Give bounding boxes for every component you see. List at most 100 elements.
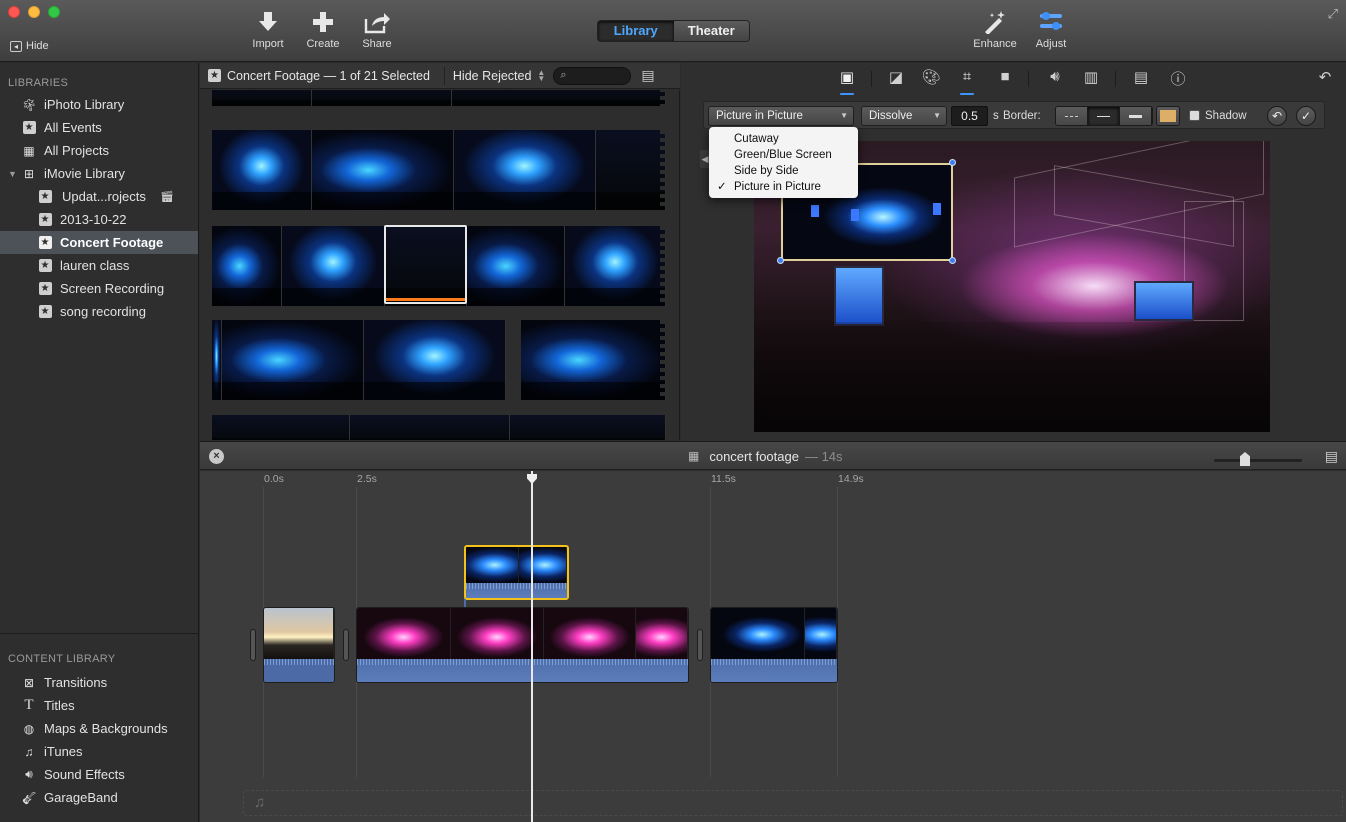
timeline[interactable]: 0.0s 2.5s 11.5s 14.9s (200, 471, 1346, 822)
zoom-slider-knob[interactable] (1240, 452, 1250, 466)
star-icon: ★ (38, 259, 52, 273)
color-correction-icon[interactable]: 🎨︎ (920, 68, 942, 90)
sidebar-item-label: Titles (44, 698, 75, 713)
pip-resize-handle[interactable] (777, 257, 784, 264)
equalizer-icon[interactable]: ▥ (1080, 68, 1102, 90)
sidebar-item-label: GarageBand (44, 790, 118, 805)
close-project-button[interactable]: × (209, 449, 224, 464)
sidebar-item-all-projects[interactable]: ▦ All Projects (0, 139, 198, 162)
color-balance-icon[interactable]: ◪ (885, 68, 907, 90)
shadow-checkbox[interactable] (1189, 110, 1200, 121)
clip-filmstrip[interactable] (212, 90, 666, 106)
timeline-clip[interactable] (710, 607, 838, 683)
library-theater-switch: Library Theater (597, 20, 750, 42)
window-zoom-button[interactable] (48, 6, 60, 18)
playhead[interactable] (531, 471, 533, 822)
sidebar-item-titles[interactable]: T Titles (0, 694, 199, 717)
enhance-button[interactable]: Enhance (970, 10, 1020, 50)
menu-item-side-by-side[interactable]: Side by Side (709, 163, 858, 179)
disclosure-triangle-icon[interactable]: ▼ (8, 169, 20, 179)
import-button[interactable]: Import (243, 10, 293, 50)
timeline-zoom-slider[interactable] (1214, 459, 1302, 462)
sidebar-item-label: All Projects (44, 143, 110, 158)
guitar-icon: 🎸︎ (21, 790, 37, 805)
sidebar-item-maps-backgrounds[interactable]: ◍ Maps & Backgrounds (0, 717, 199, 740)
clip-filmstrip[interactable] (521, 320, 666, 400)
clip-filmstrip[interactable] (212, 130, 666, 210)
star-icon: ★ (38, 305, 52, 319)
clip-filmstrip[interactable] (212, 415, 666, 440)
sidebar-item-updated-projects[interactable]: ★ Updat...rojects 🎬︎ (0, 185, 198, 208)
search-field[interactable]: ⌕ (553, 66, 632, 85)
globe-icon: ◍ (23, 721, 35, 736)
adjust-button[interactable]: Adjust (1026, 10, 1076, 50)
crop-icon[interactable]: ⌗ (956, 68, 978, 95)
star-icon: ★ (22, 121, 36, 135)
apply-button[interactable]: ✓ (1296, 106, 1316, 126)
transition-popup[interactable]: Dissolve ▼ (861, 106, 947, 126)
hide-libraries-button[interactable]: ◂ Hide (10, 40, 49, 52)
library-tab[interactable]: Library (598, 21, 674, 41)
overlay-style-popup[interactable]: Picture in Picture ▼ (708, 106, 854, 126)
menu-item-cutaway[interactable]: Cutaway (709, 131, 858, 147)
selected-range[interactable] (384, 225, 467, 304)
sidebar-item-lauren-class[interactable]: ★ lauren class (0, 254, 198, 277)
timeline-clip[interactable] (356, 607, 689, 683)
menu-item-picture-in-picture[interactable]: ✓ Picture in Picture (709, 179, 858, 195)
sidebar-item-screen-recording[interactable]: ★ Screen Recording (0, 277, 198, 300)
border-color-well[interactable] (1156, 106, 1180, 126)
share-button[interactable]: Share (352, 10, 402, 50)
sidebar-item-concert-footage[interactable]: ★ Concert Footage (0, 231, 198, 254)
pip-resize-handle[interactable] (949, 257, 956, 264)
sidebar-item-transitions[interactable]: ⊠ Transitions (0, 671, 199, 694)
sidebar-item-label: Transitions (44, 675, 108, 690)
volume-icon[interactable]: 🔊︎ (1044, 68, 1066, 90)
shadow-label: Shadow (1205, 110, 1247, 122)
sidebar-item-label: iMovie Library (44, 166, 125, 181)
pip-resize-handle[interactable] (949, 159, 956, 166)
sidebar-item-2013-10-22[interactable]: ★ 2013-10-22 (0, 208, 198, 231)
border-thick-button[interactable] (1120, 107, 1152, 125)
clip-filmstrip[interactable] (212, 320, 506, 400)
sidebar-item-all-events[interactable]: ★ All Events (0, 116, 198, 139)
stabilization-icon[interactable]: ■ (994, 68, 1016, 90)
window-close-button[interactable] (8, 6, 20, 18)
filmstrip-settings-icon[interactable]: ▤ (641, 67, 654, 84)
music-note-icon: ♫ (24, 744, 34, 759)
trim-handle[interactable] (250, 629, 256, 661)
background-music-well[interactable]: ♫ (243, 790, 1343, 816)
sidebar-item-iphoto-library[interactable]: 🌴︎ iPhoto Library (0, 93, 198, 116)
sidebar-item-sound-effects[interactable]: 🔊︎ Sound Effects (0, 763, 199, 786)
menu-item-green-blue-screen[interactable]: Green/Blue Screen (709, 147, 858, 163)
star-icon: ★ (38, 190, 52, 204)
sidebar-item-song-recording[interactable]: ★ song recording (0, 300, 198, 323)
star-icon: ★ (38, 236, 52, 250)
info-icon[interactable]: ⓘ (1167, 68, 1189, 90)
window-minimize-button[interactable] (28, 6, 40, 18)
timeline-clip[interactable] (263, 607, 335, 683)
timeline-settings-icon[interactable]: ▤ (1325, 448, 1338, 465)
trim-handle[interactable] (343, 629, 349, 661)
create-button[interactable]: Create (298, 10, 348, 50)
time-tick: 2.5s (357, 473, 377, 485)
trim-handle[interactable] (697, 629, 703, 661)
sidebar-item-imovie-library[interactable]: ▼ ⊞ iMovie Library (0, 162, 198, 185)
speed-icon[interactable]: ▤ (1130, 68, 1152, 90)
duration-unit: s (993, 110, 999, 122)
border-thin-button[interactable] (1088, 107, 1120, 125)
overlay-style-value: Picture in Picture (716, 110, 803, 122)
filter-popup[interactable]: Hide Rejected (453, 69, 532, 83)
sidebar-item-itunes[interactable]: ♫ iTunes (0, 740, 199, 763)
video-overlay-settings-icon[interactable]: ▣ (836, 68, 858, 95)
crowd (754, 322, 1270, 432)
border-none-button[interactable] (1056, 107, 1088, 125)
libraries-sidebar: LIBRARIES 🌴︎ iPhoto Library ★ All Events… (0, 63, 199, 822)
reset-all-icon[interactable]: ↶ (1314, 68, 1336, 90)
reset-overlay-button[interactable]: ↶ (1267, 106, 1287, 126)
content-library-header: CONTENT LIBRARY (8, 653, 116, 665)
sidebar-item-garageband[interactable]: 🎸︎ GarageBand (0, 786, 199, 809)
theater-tab[interactable]: Theater (673, 21, 749, 41)
fullscreen-icon[interactable]: ⤢ (1328, 6, 1338, 22)
transition-duration-field[interactable]: 0.5 (951, 106, 988, 126)
overlay-clip-selected[interactable] (464, 545, 569, 600)
